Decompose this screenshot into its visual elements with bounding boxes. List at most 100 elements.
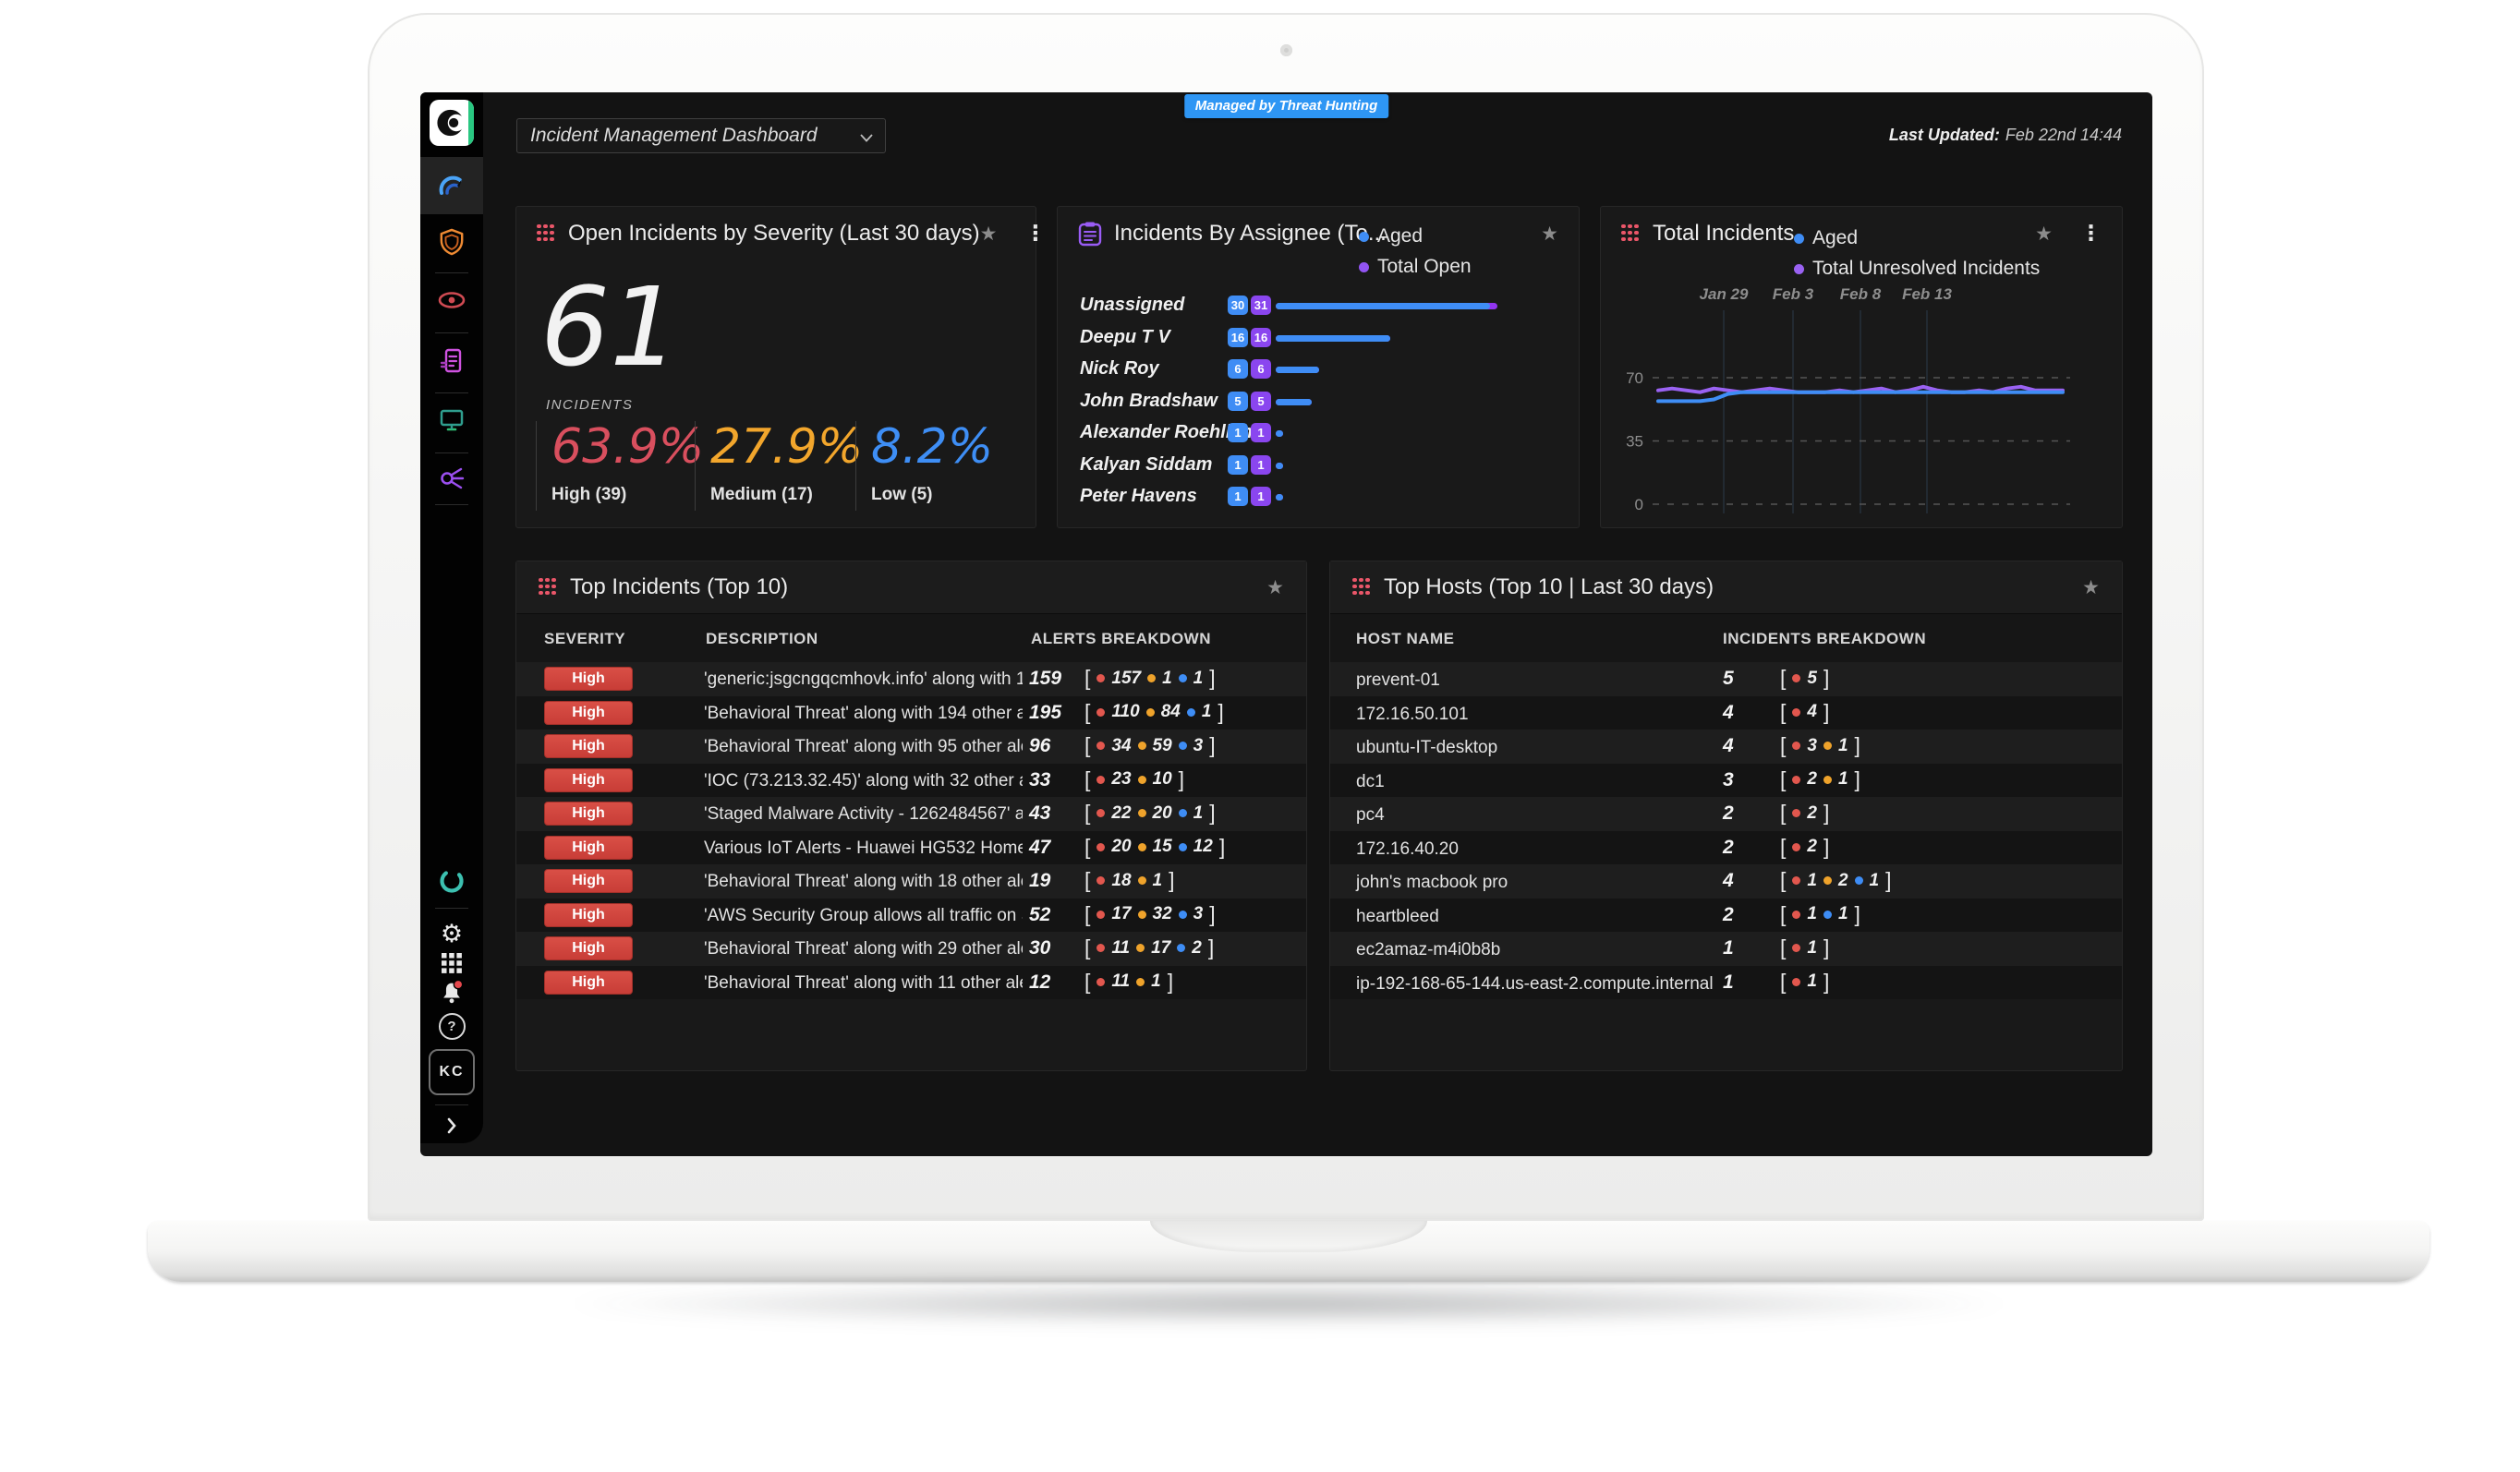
network-node-icon: [438, 464, 466, 491]
sidebar-item-endpoints[interactable]: [420, 406, 483, 434]
sidebar-item-analytics[interactable]: [420, 463, 483, 492]
incident-row[interactable]: High 'Behavioral Threat' along with 95 o…: [516, 730, 1306, 764]
incident-count: 61: [540, 268, 679, 388]
red-severity-dot: [1792, 843, 1800, 851]
breakdown-count: 2: [1807, 837, 1817, 857]
assignee-row[interactable]: Nick Roy 6 6: [1058, 354, 1579, 386]
assignee-row[interactable]: Kalyan Siddam 1 1: [1058, 450, 1579, 482]
red-severity-dot: [1792, 708, 1800, 717]
red-severity-dot: [1792, 742, 1800, 750]
host-row[interactable]: dc1 3 [ 2 1]: [1330, 764, 2122, 798]
red-severity-dot: [1096, 674, 1105, 682]
incident-row[interactable]: High 'Behavioral Threat' along with 11 o…: [516, 966, 1306, 1000]
bracket-close: ]: [1209, 903, 1215, 926]
bracket-open: [: [1780, 734, 1786, 757]
assignee-bar: [1276, 399, 1497, 405]
breakdown-count: 2: [1807, 803, 1817, 824]
host-row[interactable]: heartbleed 2 [ 1 1]: [1330, 899, 2122, 933]
incident-row[interactable]: High 'Staged Malware Activity - 12624845…: [516, 797, 1306, 831]
host-row[interactable]: 172.16.40.20 2 [ 2]: [1330, 831, 2122, 865]
apps-button[interactable]: [420, 949, 483, 977]
incidents-breakdown: [ 2]: [1780, 802, 1829, 825]
incident-row[interactable]: High 'generic:jsgcngqcmhovk.info' along …: [516, 662, 1306, 696]
bracket-close: ]: [1823, 936, 1829, 959]
favorite-star-icon[interactable]: ★: [1541, 223, 1558, 245]
dashboard-select[interactable]: Incident Management Dashboard: [516, 118, 886, 153]
favorite-star-icon[interactable]: ★: [980, 223, 998, 245]
assignee-row[interactable]: Alexander Roehlich 1 1: [1058, 417, 1579, 450]
red-severity-dot: [1096, 742, 1105, 750]
host-row[interactable]: ip-192-168-65-144.us-east-2.compute.inte…: [1330, 966, 2122, 1000]
severity-card: Open Incidents by Severity (Last 30 days…: [515, 206, 1036, 528]
breakdown-count: 11: [1111, 938, 1130, 959]
orange-severity-dot: [1138, 742, 1146, 750]
notifications-button[interactable]: [420, 977, 483, 1007]
incident-row[interactable]: High 'Behavioral Threat' along with 18 o…: [516, 864, 1306, 899]
aged-count-badge: 1: [1228, 455, 1248, 475]
alert-count: 19: [1029, 870, 1050, 892]
incident-row[interactable]: High 'Behavioral Threat' along with 194 …: [516, 696, 1306, 730]
host-row[interactable]: ec2amaz-m4i0b8b 1 [ 1]: [1330, 932, 2122, 966]
assignee-row[interactable]: Unassigned 30 31: [1058, 290, 1579, 322]
favorite-star-icon[interactable]: ★: [1266, 576, 1284, 598]
breakdown-count: 2: [1838, 871, 1848, 891]
last-updated-label: Last Updated:: [1889, 126, 2000, 144]
red-severity-dot: [1096, 876, 1105, 885]
breakdown-count: 1: [1807, 938, 1817, 959]
user-avatar[interactable]: KC: [420, 1050, 483, 1094]
incident-count: 3: [1723, 769, 1734, 791]
sidebar-item-reports[interactable]: [420, 346, 483, 376]
severity-stat: 63.9% High (39): [536, 421, 695, 511]
incidents-rows: High 'generic:jsgcngqcmhovk.info' along …: [516, 662, 1306, 999]
top-incidents-table: Top Incidents (Top 10) ★ SEVERITY DESCRI…: [515, 561, 1307, 1071]
hosts-column-headers: HOST NAME INCIDENTS BREAKDOWN: [1330, 614, 2122, 663]
assignee-row[interactable]: Deepu T V 16 16: [1058, 322, 1579, 355]
sidebar-item-detection[interactable]: [420, 286, 483, 314]
severity-stat-label: Low (5): [871, 485, 1003, 505]
bracket-close: ]: [1823, 667, 1829, 690]
severity-pill: High: [544, 768, 633, 792]
sidebar-expand-button[interactable]: [420, 1114, 483, 1138]
incident-row[interactable]: High Various IoT Alerts - Huawei HG532 H…: [516, 831, 1306, 865]
last-updated: Last Updated:Feb 22nd 14:44: [1889, 126, 2122, 145]
aged-count-badge: 6: [1228, 359, 1248, 379]
hosts-table-header: Top Hosts (Top 10 | Last 30 days) ★: [1330, 561, 2122, 614]
incidents-breakdown: [ 4]: [1780, 701, 1829, 724]
incidents-breakdown: [ 1 1]: [1780, 903, 1860, 926]
total-open-count-badge: 1: [1251, 423, 1271, 442]
clipboard-icon: [1078, 221, 1102, 247]
orange-severity-dot: [1146, 708, 1155, 717]
widget-dots-icon: [1352, 578, 1372, 597]
host-row[interactable]: ubuntu-IT-desktop 4 [ 3 1]: [1330, 730, 2122, 764]
bracket-open: [: [1084, 869, 1090, 892]
incident-row[interactable]: High 'Behavioral Threat' along with 29 o…: [516, 932, 1306, 966]
assignee-row[interactable]: Peter Havens 1 1: [1058, 481, 1579, 513]
host-row[interactable]: prevent-01 5 [ 5]: [1330, 662, 2122, 696]
breakdown-count: 1: [1838, 736, 1848, 756]
help-button[interactable]: ?: [420, 1012, 483, 1040]
favorite-star-icon[interactable]: ★: [2082, 576, 2100, 598]
sidebar-divider: [435, 272, 468, 273]
bracket-open: [: [1780, 869, 1786, 892]
host-row[interactable]: pc4 2 [ 2]: [1330, 797, 2122, 831]
settings-button[interactable]: ⚙: [420, 920, 483, 947]
host-name: prevent-01: [1356, 670, 1440, 691]
severity-pill: High: [544, 936, 633, 960]
sidebar: ⚙ ?: [420, 92, 483, 1143]
kebab-menu-icon[interactable]: ⋮: [1024, 222, 1046, 246]
sidebar-item-shield[interactable]: [420, 226, 483, 258]
incident-row[interactable]: High 'IOC (73.213.32.45)' along with 32 …: [516, 764, 1306, 798]
sidebar-item-dashboard-active[interactable]: [420, 157, 483, 214]
breakdown-count: 1: [1193, 669, 1204, 689]
question-mark-icon: ?: [439, 1013, 466, 1040]
assignee-row[interactable]: John Bradshaw 5 5: [1058, 386, 1579, 418]
cortex-logo[interactable]: [430, 100, 474, 146]
incident-row[interactable]: High 'AWS Security Group allows all traf…: [516, 899, 1306, 933]
sidebar-item-sync[interactable]: [420, 866, 483, 896]
host-row[interactable]: 172.16.50.101 4 [ 4]: [1330, 696, 2122, 730]
incident-description: 'Behavioral Threat' along with 29 other …: [704, 939, 1023, 959]
host-row[interactable]: john's macbook pro 4 [ 1 2 1]: [1330, 864, 2122, 899]
red-severity-dot: [1792, 911, 1800, 919]
total-open-count-badge: 31: [1251, 296, 1271, 315]
webcam: [1280, 44, 1292, 56]
